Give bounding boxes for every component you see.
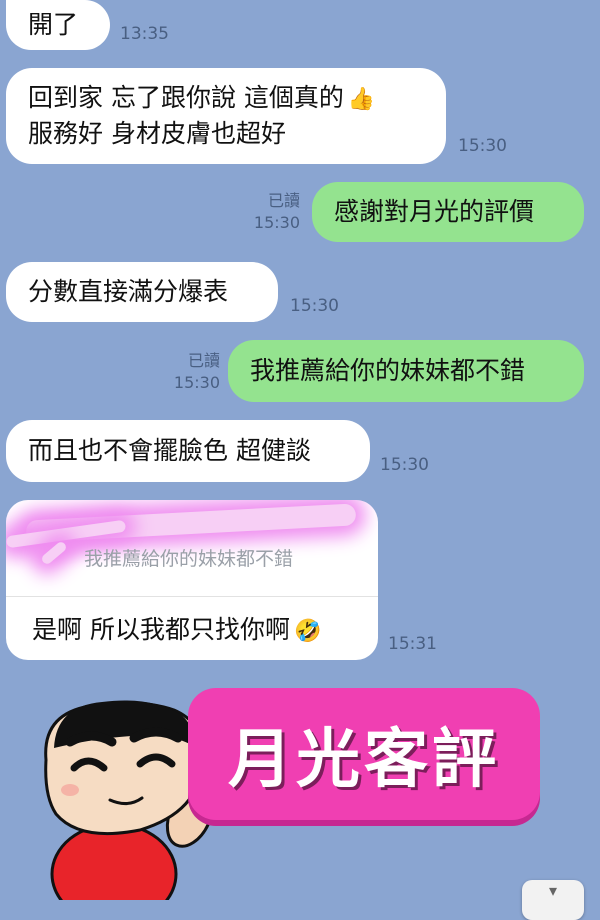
quoted-message-text: 我推薦給你的妹妹都不錯: [84, 548, 294, 570]
message-text: 回到家 忘了跟你說 這個真的: [28, 83, 344, 112]
message-time: 15:30: [380, 455, 429, 475]
promo-banner: 月光客評: [188, 688, 540, 820]
message-time: 15:30: [173, 373, 220, 392]
message-bubble[interactable]: 回到家 忘了跟你說 這個真的 👍 服務好 身材皮膚也超好: [6, 68, 446, 164]
message-text: 是啊 所以我都只找你啊: [32, 615, 290, 644]
message-line: 是啊 所以我都只找你啊 🤣: [32, 610, 321, 646]
message-time: 15:30: [253, 213, 300, 232]
reply-message-bubble[interactable]: 我推薦給你的妹妹都不錯 是啊 所以我都只找你啊 🤣: [6, 500, 378, 660]
message-text: 服務好 身材皮膚也超好: [28, 119, 286, 148]
message-bubble[interactable]: 分數直接滿分爆表: [6, 262, 278, 322]
read-label: 已讀: [187, 351, 220, 370]
read-receipt: 已讀 15:30: [248, 190, 300, 234]
message-time: 15:31: [388, 634, 437, 654]
read-receipt: 已讀 15:30: [168, 350, 220, 394]
message-text: 我推薦給你的妹妹都不錯: [250, 356, 526, 385]
message-text: 開了: [28, 10, 79, 39]
message-text: 而且也不會擺臉色 超健談: [28, 436, 311, 465]
message-bubble[interactable]: 開了: [6, 0, 110, 50]
blur-overlay: [40, 540, 68, 566]
message-text: 分數直接滿分爆表: [28, 277, 229, 306]
scroll-down-button[interactable]: ▾: [522, 880, 584, 920]
message-bubble[interactable]: 而且也不會擺臉色 超健談: [6, 420, 370, 482]
message-text: 感謝對月光的評價: [334, 197, 535, 226]
reply-divider: [6, 596, 378, 597]
banner-inner: 月光客評: [204, 702, 524, 806]
message-bubble[interactable]: 我推薦給你的妹妹都不錯: [228, 340, 584, 402]
message-time: 13:35: [120, 24, 169, 44]
message-time: 15:30: [290, 296, 339, 316]
rolling-laughing-emoji-icon: 🤣: [293, 619, 322, 644]
message-line: 回到家 忘了跟你說 這個真的 👍: [28, 81, 375, 117]
chevron-down-icon: ▾: [548, 881, 558, 900]
message-bubble[interactable]: 感謝對月光的評價: [312, 182, 584, 242]
banner-text: 月光客評: [228, 723, 500, 797]
read-label: 已讀: [267, 191, 300, 210]
thumbs-up-icon: 👍: [347, 87, 376, 112]
message-time: 15:30: [458, 136, 507, 156]
